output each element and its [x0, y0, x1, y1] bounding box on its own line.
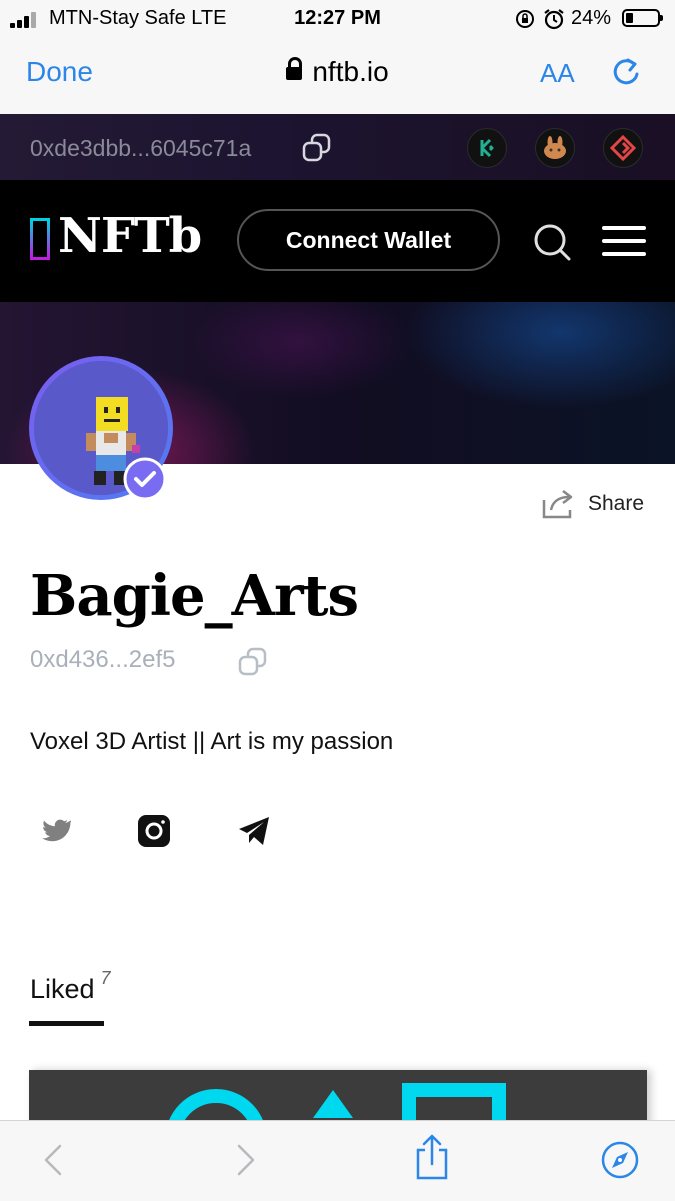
share-sheet-icon[interactable] — [412, 1134, 452, 1182]
text-size-button[interactable]: AA — [540, 58, 575, 89]
wallet-address: 0xde3dbb...6045c71a — [30, 135, 252, 161]
logo-text[interactable]: NFTb — [58, 208, 202, 264]
profile-address: 0xd436...2ef5 — [30, 646, 176, 673]
rotation-lock-icon — [516, 10, 534, 28]
telegram-icon[interactable] — [237, 814, 271, 848]
back-icon[interactable] — [34, 1140, 74, 1180]
connect-wallet-button[interactable]: Connect Wallet — [237, 209, 500, 271]
lock-icon — [286, 57, 303, 80]
search-icon[interactable] — [532, 222, 572, 262]
pancakeswap-icon[interactable] — [535, 128, 575, 168]
liked-count: 7 — [100, 968, 111, 988]
hamburger-menu-icon[interactable] — [602, 226, 646, 256]
share-button[interactable]: Share — [588, 492, 644, 516]
status-bar: MTN-Stay Safe LTE 12:27 PM 24% — [0, 0, 675, 36]
battery-icon — [622, 9, 663, 27]
url-text: nftb.io — [312, 56, 389, 87]
text-size-label: AA — [540, 58, 575, 88]
verified-badge-icon — [123, 457, 167, 501]
reload-icon[interactable] — [608, 54, 644, 90]
battery-percent: 24% — [571, 7, 612, 29]
copy-icon[interactable] — [300, 131, 334, 165]
gate-icon[interactable] — [603, 128, 643, 168]
tab-liked[interactable]: Liked 7 — [30, 968, 111, 1005]
alarm-icon — [544, 9, 564, 30]
share-icon[interactable] — [541, 488, 577, 520]
logo-mark[interactable] — [30, 218, 50, 260]
compass-icon[interactable] — [600, 1140, 640, 1180]
tab-active-indicator — [29, 1021, 104, 1026]
profile-bio: Voxel 3D Artist || Art is my passion — [30, 728, 394, 755]
profile-name: Bagie_Arts — [30, 563, 359, 629]
kucoin-icon[interactable] — [467, 128, 507, 168]
tab-liked-label: Liked — [30, 974, 95, 1004]
twitter-icon[interactable] — [37, 814, 71, 848]
browser-bottom-toolbar — [0, 1120, 675, 1201]
forward-icon[interactable] — [225, 1140, 265, 1180]
copy-address-icon[interactable] — [236, 645, 270, 679]
instagram-icon[interactable] — [137, 814, 171, 848]
